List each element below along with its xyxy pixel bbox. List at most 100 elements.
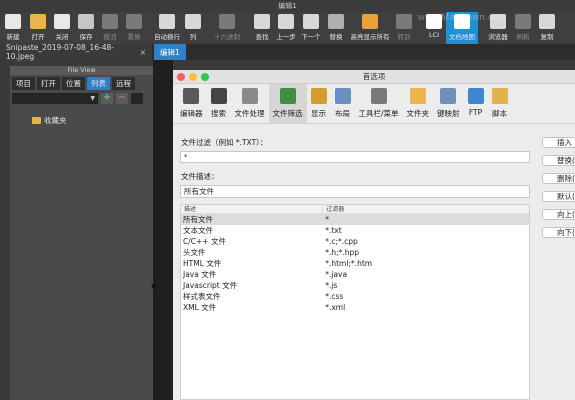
tab-file[interactable]: Snipaste_2019-07-08_16-48-10.jpeg × bbox=[0, 43, 152, 61]
table-row[interactable]: 所有文件 * bbox=[181, 214, 529, 225]
watermark: www.MacDown.com bbox=[418, 12, 507, 22]
find-prev-icon bbox=[278, 14, 294, 29]
editor-tools-icon bbox=[183, 88, 200, 104]
table-cell-filter: *.html;*.htm bbox=[325, 259, 373, 268]
editor-area[interactable] bbox=[153, 60, 173, 400]
toolbar-button-label: 关闭 bbox=[55, 33, 69, 41]
filter-action-button-3[interactable]: 默认(F) bbox=[542, 191, 575, 202]
folder-open-icon bbox=[30, 14, 46, 29]
location-select[interactable]: ▼ bbox=[12, 93, 98, 104]
preferences-category-6[interactable]: 工具栏/菜单 bbox=[355, 84, 403, 124]
toolbar-button-0[interactable]: 新建 bbox=[0, 12, 26, 44]
toolbar-button-5[interactable]: 重做 bbox=[122, 12, 146, 44]
toolbar-button-1[interactable]: 打开 bbox=[26, 12, 50, 44]
toolbar-button-19[interactable]: 复制 bbox=[534, 12, 560, 44]
toolbar-button-13[interactable]: 高亮显示所有 bbox=[348, 12, 392, 44]
description-input[interactable]: 所有文件 bbox=[180, 185, 530, 198]
toolbar-button-18[interactable]: 刷新 bbox=[512, 12, 534, 44]
file-view-tab-1[interactable]: 打开 bbox=[37, 77, 60, 90]
toolbar-button-9[interactable]: 查找 bbox=[250, 12, 274, 44]
toolbar-button-2[interactable]: 关闭 bbox=[50, 12, 74, 44]
document-tab-row: Snipaste_2019-07-08_16-48-10.jpeg × 编辑1 bbox=[0, 43, 575, 61]
zoom-window-button[interactable] bbox=[201, 73, 209, 81]
toolbar-button-12[interactable]: 替换 bbox=[324, 12, 348, 44]
table-row[interactable]: Javascript 文件 *.js bbox=[181, 280, 529, 291]
script-icon bbox=[491, 88, 508, 104]
description-label: 文件描述： bbox=[181, 172, 219, 181]
column-header-filter[interactable]: 过滤器 bbox=[323, 205, 529, 213]
list-item[interactable]: 收藏夹 bbox=[10, 115, 153, 126]
preferences-category-4[interactable]: 显示 bbox=[307, 84, 331, 124]
table-cell-description: XML 文件 bbox=[183, 303, 217, 312]
filter-input[interactable]: * bbox=[180, 151, 530, 163]
hex-icon bbox=[219, 14, 235, 29]
table-cell-filter: *.java bbox=[325, 270, 348, 279]
column-header-description[interactable]: 描述 bbox=[181, 205, 324, 213]
remove-favorite-button[interactable]: − bbox=[116, 93, 128, 104]
preferences-category-0[interactable]: 编辑器 bbox=[176, 84, 207, 124]
file-filter-icon bbox=[279, 88, 296, 104]
filter-action-button-0[interactable]: 插入 bbox=[542, 137, 575, 148]
table-cell-description: HTML 文件 bbox=[183, 259, 222, 268]
toolbar-button-label: 十六进制 bbox=[214, 33, 240, 41]
filter-action-button-4[interactable]: 向上(U) bbox=[542, 209, 575, 220]
file-view-controls: ▼ + − bbox=[10, 92, 153, 105]
file-view-tab-0[interactable]: 项目 bbox=[12, 77, 35, 90]
preferences-category-5[interactable]: 布局 bbox=[331, 84, 355, 124]
toolbar-button-3[interactable]: 保存 bbox=[74, 12, 98, 44]
toolbar-button-label: 保存 bbox=[79, 33, 93, 41]
table-row[interactable]: XML 文件 *.xml bbox=[181, 302, 529, 313]
preferences-category-9[interactable]: FTP bbox=[464, 84, 488, 124]
toolbar-button-label: 复制 bbox=[540, 33, 554, 41]
tab-file-label: Snipaste_2019-07-08_16-48-10.jpeg bbox=[6, 43, 115, 61]
toolbar-button-label: 浏览器 bbox=[488, 33, 508, 41]
table-row[interactable]: 头文件 *.h;*.hpp bbox=[181, 247, 529, 258]
toolbar-button-6[interactable]: 自动换行 bbox=[152, 12, 182, 44]
toolbar-button-label: 查找 bbox=[255, 33, 269, 41]
toolbar-button-14[interactable]: 转到 bbox=[392, 12, 416, 44]
preferences-category-1[interactable]: 搜索 bbox=[207, 84, 231, 124]
table-cell-description: 样式表文件 bbox=[183, 292, 221, 301]
toolbar-button-10[interactable]: 上一步 bbox=[274, 12, 298, 44]
table-row[interactable]: 文本文件 *.txt bbox=[181, 225, 529, 236]
file-view-tab-3[interactable]: 列表 bbox=[87, 77, 110, 90]
table-row[interactable]: C/C++ 文件 *.c;*.cpp bbox=[181, 236, 529, 247]
table-cell-description: Java 文件 bbox=[183, 270, 217, 279]
table-row[interactable]: Java 文件 *.java bbox=[181, 269, 529, 280]
close-icon[interactable]: × bbox=[140, 48, 146, 57]
find-icon bbox=[254, 14, 270, 29]
toolbar-button-4[interactable]: 撤消 bbox=[98, 12, 122, 44]
preferences-category-label: 工具栏/菜单 bbox=[358, 109, 399, 118]
close-window-button[interactable] bbox=[177, 73, 185, 81]
toolbar-button-8[interactable]: 十六进制 bbox=[210, 12, 244, 44]
filter-action-button-1[interactable]: 替换(R) bbox=[542, 155, 575, 166]
file-view-tab-4[interactable]: 远程 bbox=[112, 77, 135, 90]
display-pen-icon bbox=[310, 88, 327, 104]
filter-action-button-2[interactable]: 删除(D) bbox=[542, 173, 575, 184]
minimize-window-button[interactable] bbox=[189, 73, 197, 81]
new-file-icon bbox=[5, 14, 21, 29]
toolbar-button-7[interactable]: 列 bbox=[182, 12, 204, 44]
preferences-category-8[interactable]: 键映射 bbox=[433, 84, 464, 124]
table-cell-description: 所有文件 bbox=[183, 215, 213, 224]
tab-edit[interactable]: 编辑1 bbox=[154, 44, 186, 60]
preferences-category-7[interactable]: 文件夹 bbox=[403, 84, 434, 124]
preferences-category-2[interactable]: 文件处理 bbox=[231, 84, 269, 124]
options-button[interactable] bbox=[131, 93, 143, 104]
file-view-tab-2[interactable]: 位置 bbox=[62, 77, 85, 90]
table-cell-filter: * bbox=[325, 215, 329, 224]
toolbar-button-11[interactable]: 下一个 bbox=[298, 12, 324, 44]
preferences-category-10[interactable]: 脚本 bbox=[488, 84, 512, 124]
preferences-category-label: 文件处理 bbox=[234, 109, 265, 118]
dialog-title: 首选项 bbox=[362, 72, 386, 81]
filter-action-buttons: 插入替换(R) 删除(D) 默认(F) 向上(U) 向下(W) bbox=[542, 137, 575, 245]
toolbar-button-label: 替换 bbox=[329, 33, 343, 41]
table-row[interactable]: HTML 文件 *.html;*.htm bbox=[181, 258, 529, 269]
table-row[interactable]: 样式表文件 *.css bbox=[181, 291, 529, 302]
undo-icon bbox=[102, 14, 118, 29]
table-cell-filter: *.txt bbox=[325, 226, 342, 235]
preferences-category-3[interactable]: 文件筛选 bbox=[268, 84, 307, 124]
add-favorite-button[interactable]: + bbox=[101, 93, 113, 104]
preferences-category-label: 脚本 bbox=[492, 109, 508, 118]
filter-action-button-5[interactable]: 向下(W) bbox=[542, 227, 575, 238]
